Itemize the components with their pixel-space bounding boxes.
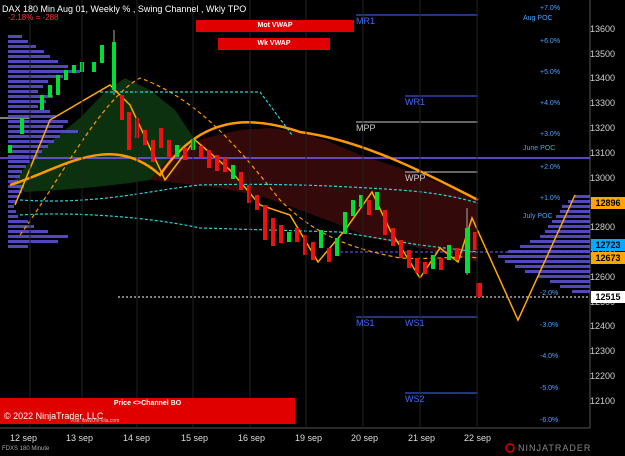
x-tick: 20 sep [351,433,379,443]
instrument-label: FDXS 180 Minute [2,446,50,452]
x-tick: 15 sep [181,433,209,443]
mpp-label: MPP [356,123,376,133]
last-price-tag: 12515 [591,291,625,303]
pct-label: +7.0% [540,5,561,12]
change-readout: -2.18% = -288 [8,13,59,22]
aug-poc-label: Aug POC [523,15,553,22]
price-tick: 13200 [590,123,616,133]
pct-label: -5.0% [540,385,559,392]
july-poc-label: July POC [523,213,553,220]
wr1-label: WR1 [405,97,425,107]
wpp-label: WPP [405,173,426,183]
mot-vwap-badge[interactable]: Mot VWAP [196,20,354,32]
x-tick: 14 sep [123,433,151,443]
x-tick: 13 sep [66,433,94,443]
pct-label: -2.0% [540,290,559,297]
price-tick: 13500 [590,49,616,59]
x-tick: 21 sep [408,433,436,443]
price-tick: 12400 [590,321,616,331]
pct-label: -3.0% [540,322,559,329]
x-tick: 22 sep [464,433,492,443]
x-tick: 16 sep [238,433,266,443]
mr1-label: MR1 [356,16,376,26]
website-note: Visit: www.fin-vila.com [70,418,120,424]
price-tick: 12100 [590,396,616,406]
pct-label: +3.0% [540,131,561,138]
wk-vwap-badge[interactable]: Wk VWAP [218,38,330,50]
price-tick: 12200 [590,371,616,381]
price-channel-bo-badge[interactable]: Price <>Channel BO [0,398,295,409]
june-poc-label: June POC [523,145,556,152]
pct-label: -6.0% [540,417,559,424]
ms1-label: MS1 [356,318,375,328]
price-tag-orange-2: 12673 [591,252,625,264]
ws1-label: WS1 [405,318,425,328]
brand-label: NINJATRADER [518,443,592,453]
price-tick: 13400 [590,73,616,83]
pct-label: +2.0% [540,164,561,171]
price-tick: 13300 [590,98,616,108]
price-tick: 12300 [590,346,616,356]
price-tick: 12800 [590,222,616,232]
price-chart[interactable] [0,0,625,456]
x-tick: 19 sep [295,433,323,443]
pct-label: +6.0% [540,38,561,45]
ninjatrader-logo-icon [505,443,515,453]
price-tag-orange: 12896 [591,197,625,209]
price-tick: 13000 [590,173,616,183]
pct-label: +5.0% [540,69,561,76]
pct-label: -4.0% [540,353,559,360]
pct-label: +4.0% [540,100,561,107]
price-tag-blue: 12723 [591,239,625,251]
price-tick: 12600 [590,272,616,282]
price-tick: 13600 [590,24,616,34]
price-tick: 13100 [590,148,616,158]
ws2-label: WS2 [405,394,425,404]
copyright-banner: © 2022 NinjaTrader, LLC [0,409,295,424]
x-tick: 12 sep [10,433,38,443]
pct-label: +1.0% [540,195,561,202]
